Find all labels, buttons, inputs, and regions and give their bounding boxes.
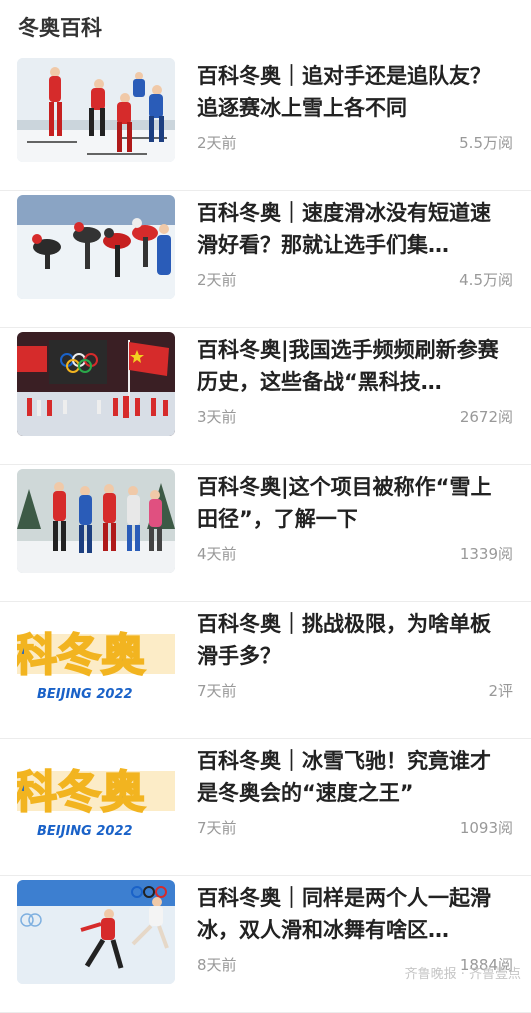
publish-time: 2天前 bbox=[197, 271, 237, 289]
list-item[interactable]: 科冬奥 BEIJING 2022 百科冬奥｜挑战极限，为啥单板滑手多？ 7天前 … bbox=[0, 602, 531, 739]
list-item[interactable]: 百科冬奥|我国选手频频刷新参赛历史，这些备战“黑科技… 3天前 2672阅 bbox=[0, 328, 531, 465]
speed-skating-thumbnail[interactable] bbox=[17, 195, 175, 299]
article-title[interactable]: 百科冬奥|这个项目被称作“雪上田径”，了解一下 bbox=[197, 471, 511, 535]
view-count: 1093阅 bbox=[459, 819, 513, 837]
view-count: 2672阅 bbox=[459, 408, 513, 426]
beijing-2022-logo-icon: 科冬奥 BEIJING 2022 bbox=[17, 606, 175, 710]
publish-time: 7天前 bbox=[197, 819, 237, 837]
svg-text:科冬奥: 科冬奥 bbox=[17, 630, 145, 681]
article-title[interactable]: 百科冬奥｜挑战极限，为啥单板滑手多？ bbox=[197, 608, 511, 672]
olympic-ceremony-thumbnail[interactable] bbox=[17, 332, 175, 436]
source-watermark: 齐鲁晚报 · 齐鲁壹点 bbox=[404, 967, 521, 982]
beijing-2022-logo-icon: 科冬奥 BEIJING 2022 bbox=[17, 743, 175, 847]
list-item[interactable]: 百科冬奥|这个项目被称作“雪上田径”，了解一下 4天前 1339阅 bbox=[0, 465, 531, 602]
olympic-ceremony-photo-icon bbox=[17, 332, 175, 436]
section-title: 冬奥百科 bbox=[18, 16, 102, 40]
article-title[interactable]: 百科冬奥｜冰雪飞驰！究竟谁才是冬奥会的“速度之王” bbox=[197, 745, 511, 809]
cross-country-skiing-thumbnail[interactable] bbox=[17, 58, 175, 162]
nordic-skiing-thumbnail[interactable] bbox=[17, 469, 175, 573]
publish-time: 2天前 bbox=[197, 134, 237, 152]
list-item[interactable]: 科冬奥 BEIJING 2022 百科冬奥｜冰雪飞驰！究竟谁才是冬奥会的“速度之… bbox=[0, 739, 531, 876]
figure-skating-thumbnail[interactable] bbox=[17, 880, 175, 984]
article-list: 百科冬奥｜追对手还是追队友？追逐赛冰上雪上各不同 2天前 5.5万阅 百科冬奥｜… bbox=[0, 54, 531, 1013]
view-count: 5.5万阅 bbox=[459, 134, 513, 152]
publish-time: 8天前 bbox=[197, 956, 237, 974]
beijing-2022-logo-thumbnail[interactable]: 科冬奥 BEIJING 2022 bbox=[17, 743, 175, 847]
comment-count: 2评 bbox=[488, 682, 513, 700]
svg-text:BEIJING 2022: BEIJING 2022 bbox=[37, 824, 133, 839]
article-title[interactable]: 百科冬奥｜速度滑冰没有短道速滑好看？那就让选手们集… bbox=[197, 197, 511, 261]
article-title[interactable]: 百科冬奥｜同样是两个人一起滑冰，双人滑和冰舞有啥区… bbox=[197, 882, 511, 946]
list-item[interactable]: 百科冬奥｜速度滑冰没有短道速滑好看？那就让选手们集… 2天前 4.5万阅 bbox=[0, 191, 531, 328]
article-title[interactable]: 百科冬奥|我国选手频频刷新参赛历史，这些备战“黑科技… bbox=[197, 334, 511, 398]
list-item[interactable]: 百科冬奥｜追对手还是追队友？追逐赛冰上雪上各不同 2天前 5.5万阅 bbox=[0, 54, 531, 191]
svg-text:BEIJING 2022: BEIJING 2022 bbox=[37, 687, 133, 702]
publish-time: 7天前 bbox=[197, 682, 237, 700]
list-item[interactable]: 百科冬奥｜同样是两个人一起滑冰，双人滑和冰舞有啥区… 8天前 1884阅 bbox=[0, 876, 531, 1013]
figure-skating-photo-icon bbox=[17, 880, 175, 984]
section-header: 冬奥百科 bbox=[0, 0, 531, 54]
publish-time: 4天前 bbox=[197, 545, 237, 563]
cross-country-skiing-photo-icon bbox=[17, 58, 175, 162]
view-count: 4.5万阅 bbox=[459, 271, 513, 289]
publish-time: 3天前 bbox=[197, 408, 237, 426]
beijing-2022-logo-thumbnail[interactable]: 科冬奥 BEIJING 2022 bbox=[17, 606, 175, 710]
speed-skating-photo-icon bbox=[17, 195, 175, 299]
article-title[interactable]: 百科冬奥｜追对手还是追队友？追逐赛冰上雪上各不同 bbox=[197, 60, 511, 124]
svg-text:科冬奥: 科冬奥 bbox=[17, 767, 145, 818]
nordic-skiing-photo-icon bbox=[17, 469, 175, 573]
view-count: 1339阅 bbox=[459, 545, 513, 563]
